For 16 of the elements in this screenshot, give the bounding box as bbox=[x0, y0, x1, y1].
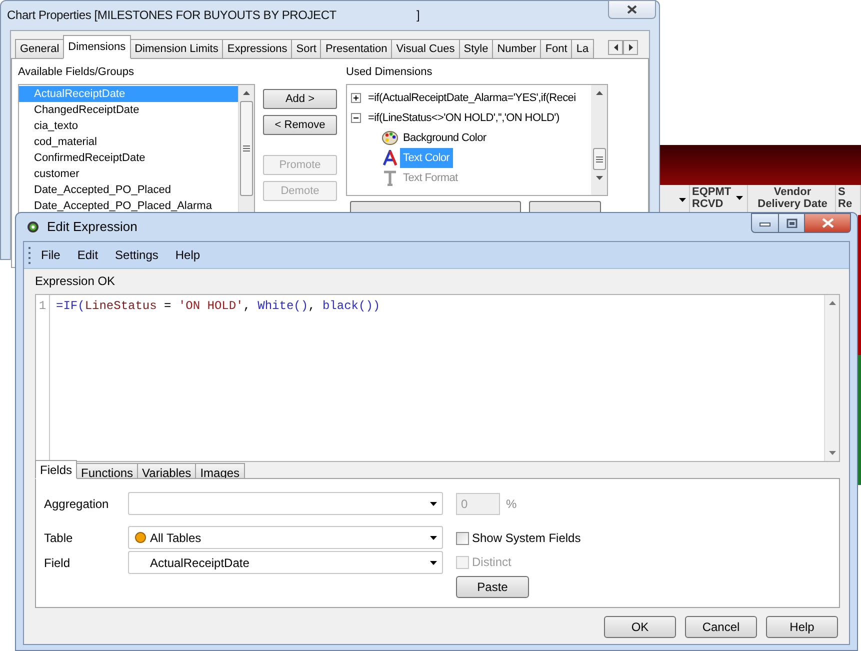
window-title: Chart Properties [MILESTONES FOR BUYOUTS BY PROJECT bbox=[7, 7, 336, 24]
checkbox-label: Show System Fields bbox=[472, 530, 581, 547]
line-number: 1 bbox=[38, 299, 46, 314]
section-label: Used Dimensions bbox=[346, 65, 434, 79]
status-text: Expression OK bbox=[35, 273, 116, 289]
percent-sign: % bbox=[506, 496, 517, 512]
field-label: Table bbox=[44, 530, 74, 546]
dropdown-value: All Tables bbox=[149, 530, 202, 546]
field-label: Aggregation bbox=[44, 496, 110, 512]
code-line: =IF(LineStatus = 'ON HOLD', White(), black()) bbox=[56, 299, 380, 314]
field-label: Field bbox=[44, 554, 72, 572]
section-label: Available Fields/Groups bbox=[18, 65, 135, 79]
dropdown-value: ActualReceiptDate bbox=[149, 554, 250, 572]
checkbox-label: Distinct bbox=[472, 554, 512, 571]
window-title: ] bbox=[416, 7, 420, 24]
window-title: Edit Expression bbox=[47, 218, 138, 236]
